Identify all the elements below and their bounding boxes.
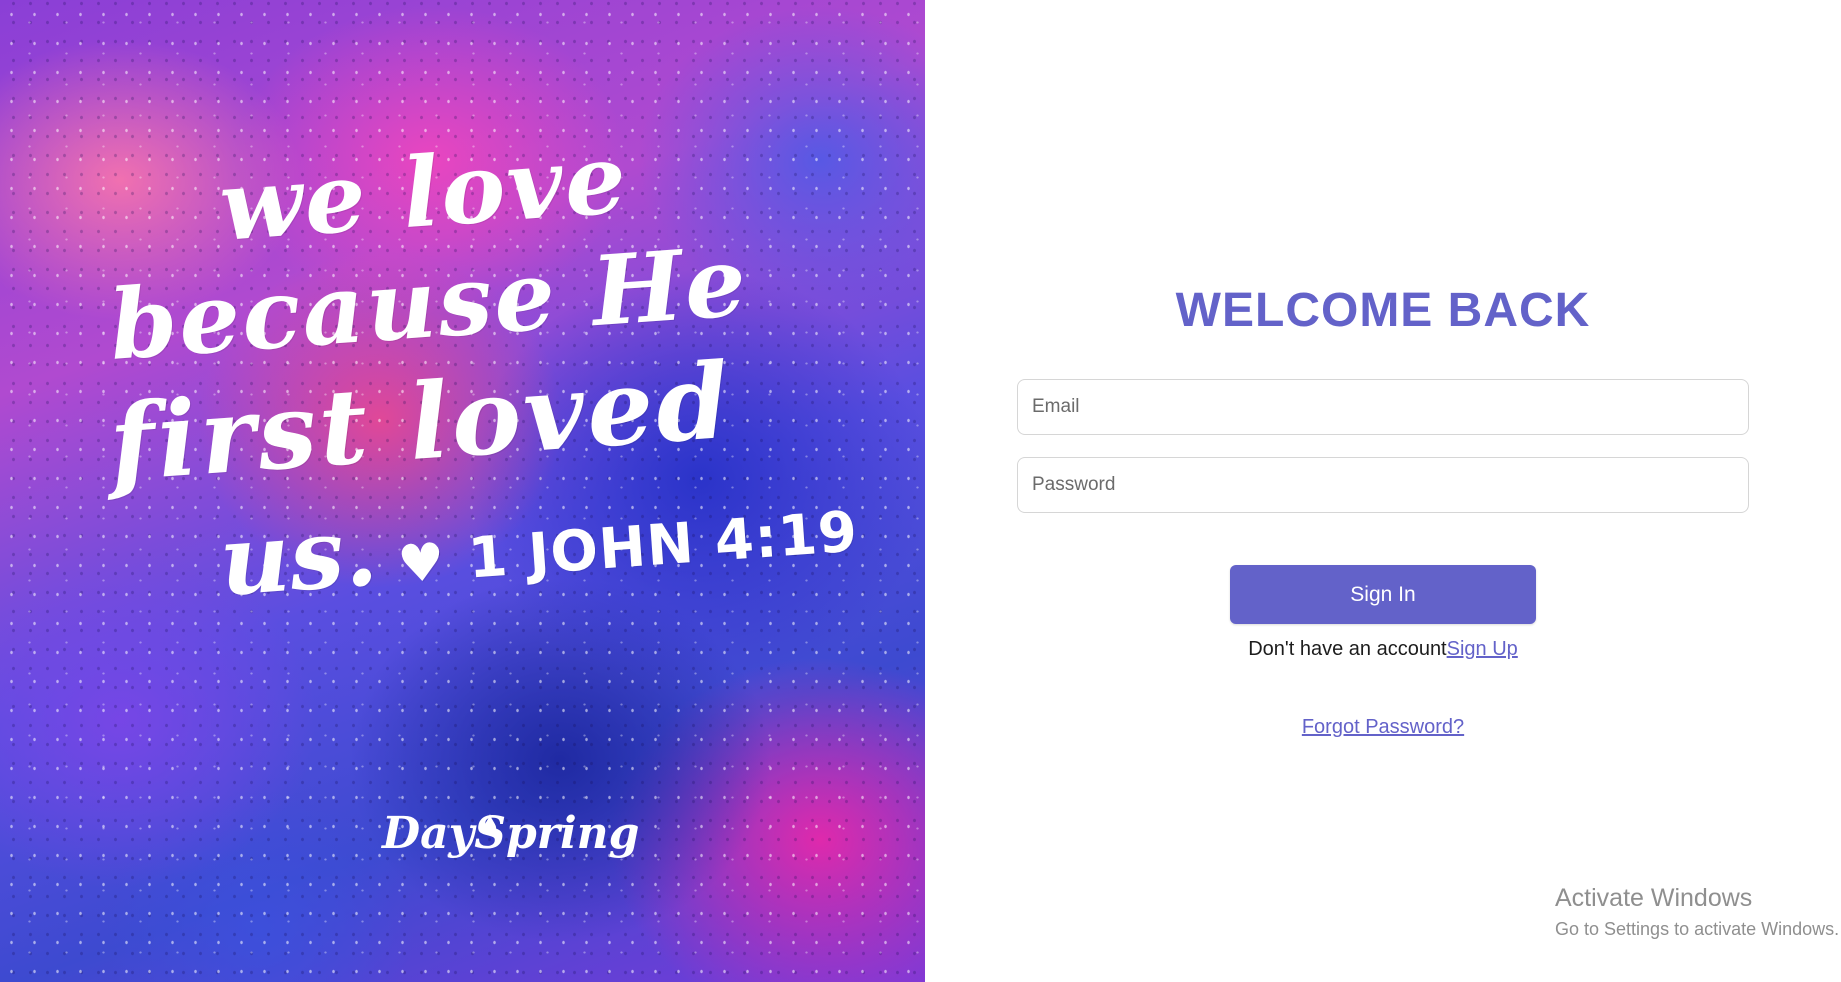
email-field[interactable] <box>1017 379 1749 435</box>
password-field[interactable] <box>1017 457 1749 513</box>
forgot-password-row: Forgot Password? <box>925 716 1841 739</box>
quote-line-4-text: us. <box>216 494 381 618</box>
login-panel: WELCOME BACK Sign In Don't have an accou… <box>925 0 1841 982</box>
scripture-reference: 1 JOHN 4:19 <box>466 499 861 592</box>
page-title: WELCOME BACK <box>1175 284 1591 337</box>
watermark-title: Activate Windows <box>1555 884 1753 912</box>
forgot-password-link[interactable]: Forgot Password? <box>1302 716 1464 738</box>
heart-icon: ♥ <box>395 531 447 596</box>
dayspring-logo: DaySpring <box>382 808 640 859</box>
watermark-subtitle: Go to Settings to activate Windows. <box>1555 919 1840 939</box>
login-page: we love because He first loved us. ♥ 1 JOH… <box>0 0 1841 982</box>
scripture-quote: we love because He first loved us. ♥ 1 JOH… <box>106 122 860 618</box>
activate-windows-watermark: Activate Windows Go to Settings to activ… <box>1555 884 1839 940</box>
scripture-artwork: we love because He first loved us. ♥ 1 JOH… <box>0 0 925 982</box>
signup-prompt-row: Don't have an accountSign Up <box>925 638 1841 661</box>
sign-in-button[interactable]: Sign In <box>1230 565 1536 624</box>
signup-prompt-text: Don't have an account <box>1248 638 1447 660</box>
sign-up-link[interactable]: Sign Up <box>1447 638 1518 660</box>
